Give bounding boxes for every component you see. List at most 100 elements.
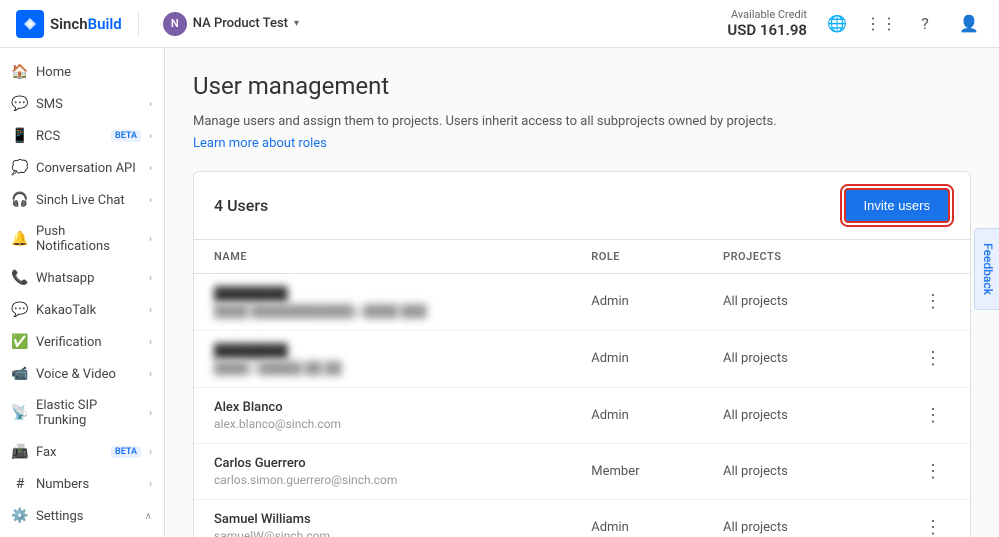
sidebar-item-rcs-label: RCS [36,129,103,144]
push-notifications-icon: 🔔 [12,231,28,247]
sidebar-item-conversation-api[interactable]: 💭 Conversation API › [0,152,164,184]
voice-video-icon: 📹 [12,366,28,382]
help-icon[interactable]: ? [911,10,939,38]
user-name-cell: ████████████@█████.██.██ [194,330,571,387]
user-actions-cell: ⋮ [859,330,970,387]
user-name: Samuel Williams [214,512,551,527]
numbers-icon: # [12,476,28,492]
user-icon[interactable]: 👤 [955,10,983,38]
verification-icon: ✅ [12,334,28,350]
user-email: carlos.simon.guerrero@sinch.com [214,473,551,487]
project-chevron-icon: ▾ [294,18,299,29]
elastic-sip-chevron-icon: › [149,408,152,419]
sms-chevron-icon: › [149,99,152,110]
globe-icon[interactable]: 🌐 [823,10,851,38]
table-row: Alex Blancoalex.blanco@sinch.comAdminAll… [194,387,970,443]
fax-icon: 📠 [12,444,28,460]
logo-wordmark: SinchBuild [50,15,122,33]
table-head: NAME ROLE PROJECTS [194,240,970,274]
sidebar-item-rcs[interactable]: 📱 RCS BETA › [0,120,164,152]
table-row: ████████████@█████.██.██AdminAll project… [194,330,970,387]
home-icon: 🏠 [12,64,28,80]
sidebar-item-push-notifications-label: Push Notifications [36,224,141,254]
conversation-api-chevron-icon: › [149,163,152,174]
layout: 🏠 Home 💬 SMS › 📱 RCS BETA › 💭 Conversati… [0,48,999,537]
project-selector[interactable]: N NA Product Test ▾ [155,8,307,40]
credit-amount: USD 161.98 [727,21,807,39]
col-projects: PROJECTS [703,240,859,274]
whatsapp-icon: 📞 [12,270,28,286]
user-actions-cell: ⋮ [859,273,970,330]
user-email: samuelW@sinch.com [214,529,551,537]
logo-icon [16,10,44,38]
user-projects: All projects [703,330,859,387]
sidebar-item-conversation-api-label: Conversation API [36,161,141,176]
sidebar-sub-general-settings[interactable]: General Settings [0,532,164,537]
credit-info: Available Credit USD 161.98 [727,8,807,39]
col-name: NAME [194,240,571,274]
more-options-button[interactable]: ⋮ [916,457,950,486]
more-options-button[interactable]: ⋮ [916,513,950,537]
user-role: Admin [571,387,703,443]
sidebar-item-elastic-sip[interactable]: 📡 Elastic SIP Trunking › [0,390,164,436]
more-options-button[interactable]: ⋮ [916,287,950,316]
sidebar-item-kakaotalk-label: KakaoTalk [36,303,141,318]
user-actions-cell: ⋮ [859,443,970,499]
main-content: User management Manage users and assign … [165,48,999,537]
user-projects: All projects [703,499,859,537]
user-projects: All projects [703,387,859,443]
user-actions-cell: ⋮ [859,387,970,443]
sidebar-item-whatsapp-label: Whatsapp [36,271,141,286]
user-name: Carlos Guerrero [214,456,551,471]
logo: SinchBuild [16,10,122,38]
sidebar-item-numbers[interactable]: # Numbers › [0,468,164,500]
user-name-cell: Samuel Williams samuelW@sinch.com [194,499,571,537]
user-actions-cell: ⋮ [859,499,970,537]
sidebar-item-settings[interactable]: ⚙️ Settings ∧ [0,500,164,532]
sidebar-item-voice-video[interactable]: 📹 Voice & Video › [0,358,164,390]
sidebar-item-fax[interactable]: 📠 Fax BETA › [0,436,164,468]
table-row: Carlos Guerrero carlos.simon.guerrero@sin… [194,443,970,499]
sidebar-item-verification[interactable]: ✅ Verification › [0,326,164,358]
invite-users-button[interactable]: Invite users [844,188,950,223]
user-email: alex.blanco@sinch.com [214,417,551,431]
sidebar-item-sinch-live-chat[interactable]: 🎧 Sinch Live Chat › [0,184,164,216]
rcs-icon: 📱 [12,128,28,144]
user-name: ████████ [214,286,551,302]
sidebar-item-push-notifications[interactable]: 🔔 Push Notifications › [0,216,164,262]
voice-video-chevron-icon: › [149,369,152,380]
user-name-cell: ████████ ████.████████████@████.███ [194,273,571,330]
sidebar-item-kakaotalk[interactable]: 💬 KakaoTalk › [0,294,164,326]
elastic-sip-icon: 📡 [12,405,28,421]
table-header-row: NAME ROLE PROJECTS [194,240,970,274]
numbers-chevron-icon: › [149,479,152,490]
sidebar-item-whatsapp[interactable]: 📞 Whatsapp › [0,262,164,294]
topbar-divider [138,12,139,36]
topbar-right: Available Credit USD 161.98 🌐 ⋮⋮ ? 👤 [727,8,983,39]
sinch-live-chat-chevron-icon: › [149,195,152,206]
user-email: ████.████████████@████.███ [214,304,551,318]
sidebar-item-sms-label: SMS [36,97,141,112]
more-options-button[interactable]: ⋮ [916,401,950,430]
user-projects: All projects [703,273,859,330]
col-role: ROLE [571,240,703,274]
sidebar-item-sms[interactable]: 💬 SMS › [0,88,164,120]
user-role: Admin [571,273,703,330]
feedback-tab[interactable]: Feedback [974,228,999,310]
project-avatar: N [163,12,187,36]
table-body: ████████████.████████████@████.███AdminA… [194,273,970,537]
sidebar-item-home[interactable]: 🏠 Home [0,56,164,88]
page-title: User management [193,72,971,100]
settings-icon: ⚙️ [12,508,28,524]
more-options-button[interactable]: ⋮ [916,344,950,373]
user-email: ████@█████.██.██ [214,361,551,375]
sidebar-item-numbers-label: Numbers [36,477,141,492]
users-count: 4 Users [214,196,268,215]
push-notifications-chevron-icon: › [149,234,152,245]
apps-icon[interactable]: ⋮⋮ [867,10,895,38]
user-name-cell: Carlos Guerrero carlos.simon.guerrero@sin… [194,443,571,499]
learn-more-link[interactable]: Learn more about roles [193,136,971,151]
verification-chevron-icon: › [149,337,152,348]
sms-icon: 💬 [12,96,28,112]
kakaotalk-chevron-icon: › [149,305,152,316]
